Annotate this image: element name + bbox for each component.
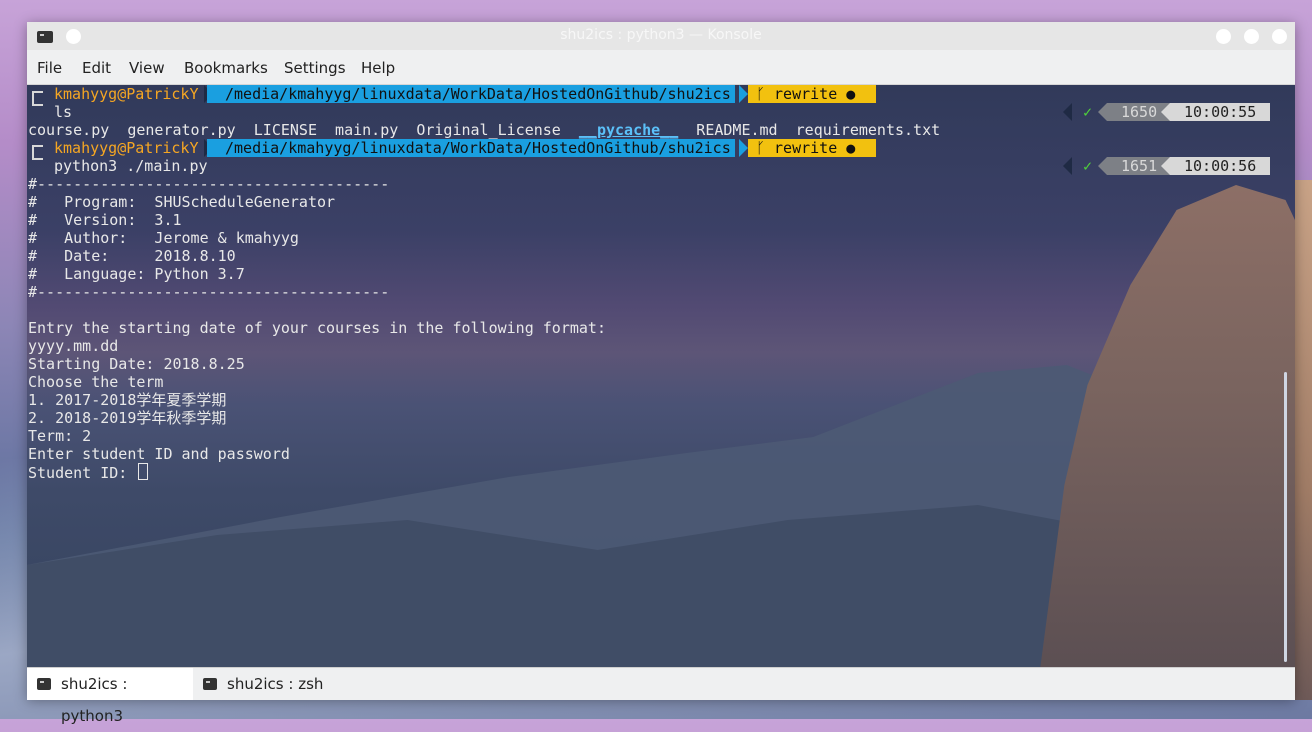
terminal-scrollbar[interactable]	[1284, 372, 1287, 662]
git-dirty-indicator: ●	[846, 85, 856, 103]
prompt-user-host: kmahyyg@PatrickY	[54, 139, 199, 157]
rprompt-separator-icon	[1161, 103, 1170, 121]
command-text: python3 ./main.py	[54, 157, 208, 175]
prompt-time: 10:00:55	[1170, 103, 1270, 121]
tab-zsh[interactable]: shu2ics : zsh	[193, 668, 355, 700]
konsole-window: shu2ics : python3 — Konsole File Edit Vi…	[27, 22, 1295, 725]
prompt-corner-bottom-icon	[32, 95, 43, 106]
output-line: #---------------------------------------	[28, 283, 390, 301]
close-button[interactable]	[1272, 29, 1287, 44]
window-title: shu2ics : python3 — Konsole	[560, 27, 762, 43]
output-line: Choose the term	[28, 373, 164, 391]
output-line: # Language: Python 3.7	[28, 265, 245, 283]
status-ok-icon: ✓	[1083, 157, 1093, 175]
rprompt-separator-icon	[1063, 157, 1072, 175]
terminal-icon	[37, 678, 51, 690]
menu-view[interactable]: View	[129, 59, 165, 77]
output-line: yyyy.mm.dd	[28, 337, 119, 355]
prompt-git-segment: ᚴ rewrite ●	[748, 85, 876, 103]
menu-help[interactable]: Help	[361, 59, 395, 77]
command-text: ls	[54, 103, 73, 121]
maximize-button[interactable]	[1244, 29, 1259, 44]
output-line: # Version: 3.1	[28, 211, 182, 229]
prompt-path: /media/kmahyyg/linuxdata/WorkData/Hosted…	[207, 85, 735, 103]
output-line: 2. 2018-2019学年秋季学期	[28, 409, 227, 427]
output-line: # Date: 2018.8.10	[28, 247, 236, 265]
prompt-separator-icon	[864, 85, 873, 103]
output-line: 1. 2017-2018学年夏季学期	[28, 391, 227, 409]
menu-edit[interactable]: Edit	[82, 59, 111, 77]
prompt-corner-bottom-icon	[32, 149, 43, 160]
tab-label: shu2ics : python3	[61, 675, 128, 725]
tab-python3[interactable]: shu2ics : python3	[27, 668, 193, 725]
output-line: #---------------------------------------	[28, 175, 390, 193]
git-branch-icon: ᚴ	[756, 139, 775, 157]
menu-file[interactable]: File	[37, 59, 62, 77]
input-prompt: Student ID:	[28, 464, 137, 482]
menu-bookmarks[interactable]: Bookmarks	[184, 59, 268, 77]
rprompt-separator-icon	[1161, 157, 1170, 175]
git-branch-icon: ᚴ	[756, 85, 775, 103]
text-cursor	[138, 463, 149, 480]
terminal-view[interactable]: kmahyyg@PatrickY /media/kmahyyg/linuxdat…	[27, 85, 1295, 667]
prompt-separator-icon	[739, 85, 748, 103]
terminal-icon	[203, 678, 217, 690]
title-bar[interactable]: shu2ics : python3 — Konsole	[27, 22, 1295, 50]
prompt-user-host: kmahyyg@PatrickY	[54, 85, 199, 103]
status-ok-icon: ✓	[1083, 103, 1093, 121]
prompt-time: 10:00:56	[1170, 157, 1270, 175]
output-line: # Author: Jerome & kmahyyg	[28, 229, 299, 247]
output-line: Starting Date: 2018.8.25	[28, 355, 245, 373]
git-dirty-indicator: ●	[846, 139, 856, 157]
prompt-separator-icon	[864, 139, 873, 157]
rprompt-separator-icon	[1063, 103, 1072, 121]
ls-files: course.py generator.py LICENSE main.py O…	[28, 121, 579, 139]
git-branch-name: rewrite	[774, 85, 838, 103]
output-line: # Program: SHUScheduleGenerator	[28, 193, 336, 211]
ls-files-rest: README.md requirements.txt	[678, 121, 941, 139]
menu-settings[interactable]: Settings	[284, 59, 346, 77]
menu-bar: File Edit View Bookmarks Settings Help	[27, 50, 1295, 85]
tab-bar: shu2ics : python3 shu2ics : zsh	[27, 667, 1295, 725]
tab-label: shu2ics : zsh	[227, 675, 324, 693]
rprompt-separator-icon	[1098, 157, 1107, 175]
prompt-git-segment: ᚴ rewrite ●	[748, 139, 876, 157]
minimize-button[interactable]	[1216, 29, 1231, 44]
ls-directory: __pycache__	[578, 121, 679, 139]
output-line: Enter student ID and password	[28, 445, 290, 463]
prompt-separator-icon	[739, 139, 748, 157]
input-line[interactable]: Student ID:	[28, 463, 149, 482]
git-branch-name: rewrite	[774, 139, 838, 157]
rprompt-separator-icon	[1098, 103, 1107, 121]
ls-output-line: course.py generator.py LICENSE main.py O…	[28, 121, 940, 139]
output-line: Entry the starting date of your courses …	[28, 319, 606, 337]
prompt-path: /media/kmahyyg/linuxdata/WorkData/Hosted…	[207, 139, 735, 157]
output-line: Term: 2	[28, 427, 92, 445]
